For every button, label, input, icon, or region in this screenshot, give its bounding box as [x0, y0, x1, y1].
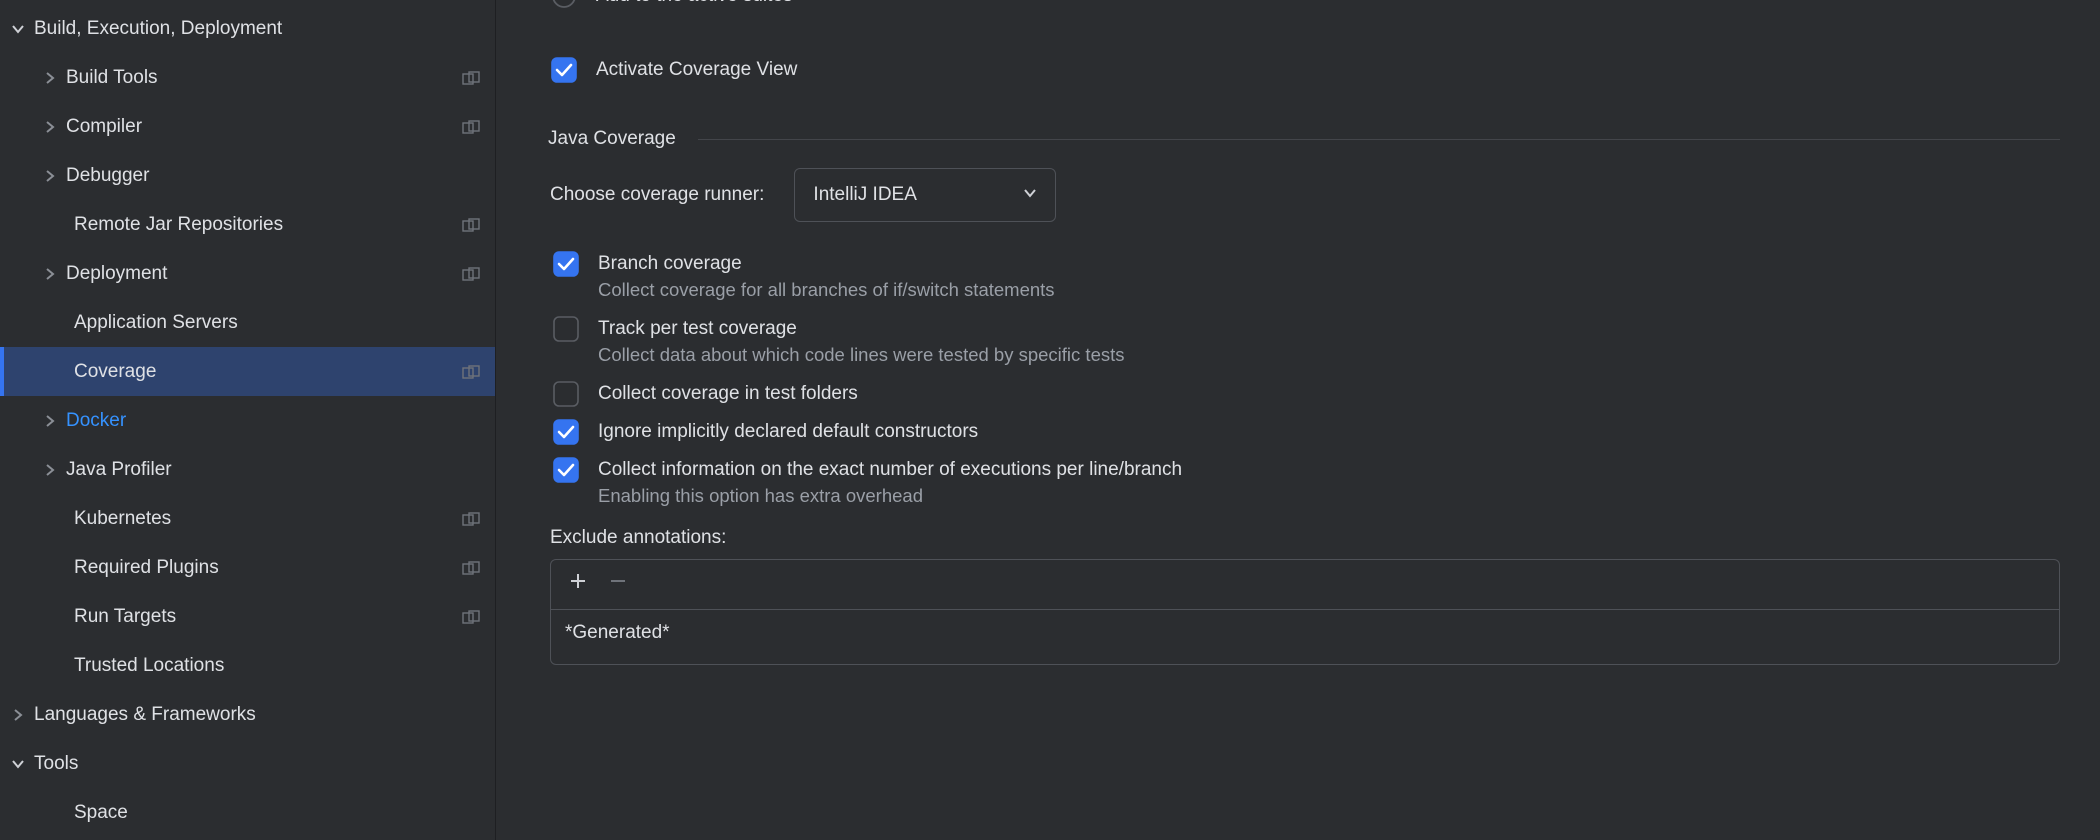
- project-scope-icon: [461, 558, 481, 578]
- sidebar-item-label: Build Tools: [66, 67, 453, 89]
- checkbox-description: Collect data about which code lines were…: [598, 343, 2060, 368]
- sidebar-item-label: Coverage: [74, 361, 453, 383]
- chevron-right-icon: [42, 168, 58, 184]
- list-item[interactable]: *Generated*: [565, 622, 2045, 644]
- sidebar-item-label: Remote Jar Repositories: [74, 214, 453, 236]
- chevron-right-icon: [42, 119, 58, 135]
- project-scope-icon: [461, 509, 481, 529]
- chevron-down-icon: [10, 756, 26, 772]
- checkbox-label: Collect information on the exact number …: [598, 456, 1182, 485]
- sidebar-item-label: Languages & Frameworks: [34, 704, 481, 726]
- sidebar-item-languages-frameworks[interactable]: Languages & Frameworks: [0, 690, 495, 739]
- divider: [698, 139, 2060, 140]
- sidebar-item-label: Space: [74, 802, 481, 824]
- exclude-annotations-list: *Generated*: [550, 559, 2060, 665]
- sidebar-item-compiler[interactable]: Compiler: [0, 102, 495, 151]
- sidebar-item-trusted-locations[interactable]: Trusted Locations: [0, 641, 495, 690]
- sidebar-item-label: Run Targets: [74, 606, 453, 628]
- sidebar-item-label: Tools: [34, 753, 481, 775]
- sidebar-item-java-profiler[interactable]: Java Profiler: [0, 445, 495, 494]
- sidebar-item-deployment[interactable]: Deployment: [0, 249, 495, 298]
- chevron-down-icon: [10, 21, 26, 37]
- sidebar-item-label: Application Servers: [74, 312, 481, 334]
- settings-tree: Build, Execution, Deployment Build Tools…: [0, 0, 496, 840]
- sidebar-item-run-targets[interactable]: Run Targets: [0, 592, 495, 641]
- sidebar-item-required-plugins[interactable]: Required Plugins: [0, 543, 495, 592]
- sidebar-item-label: Docker: [66, 410, 481, 432]
- chevron-right-icon: [42, 70, 58, 86]
- checkbox-description: Enabling this option has extra overhead: [598, 484, 2060, 509]
- remove-button[interactable]: [603, 569, 633, 599]
- sidebar-item-coverage[interactable]: Coverage: [0, 347, 495, 396]
- checkbox-description: Collect coverage for all branches of if/…: [598, 278, 2060, 303]
- project-scope-icon: [461, 264, 481, 284]
- checkbox-icon: [550, 416, 582, 448]
- checkbox-icon: [550, 313, 582, 345]
- checkbox-track-per-test[interactable]: Track per test coverage: [550, 309, 2060, 347]
- coverage-runner-select[interactable]: IntelliJ IDEA: [794, 168, 1056, 222]
- radio-add-to-active-suites[interactable]: Add to the active suites: [548, 0, 2060, 20]
- sidebar-item-remote-jar[interactable]: Remote Jar Repositories: [0, 200, 495, 249]
- section-title: Java Coverage: [548, 128, 676, 150]
- coverage-runner-label: Choose coverage runner:: [550, 184, 764, 206]
- sidebar-item-label: Deployment: [66, 263, 453, 285]
- sidebar-item-label: Required Plugins: [74, 557, 453, 579]
- sidebar-item-tools[interactable]: Tools: [0, 739, 495, 788]
- sidebar-item-kubernetes[interactable]: Kubernetes: [0, 494, 495, 543]
- sidebar-item-label: Build, Execution, Deployment: [34, 18, 481, 40]
- coverage-runner-row: Choose coverage runner: IntelliJ IDEA: [548, 168, 2060, 222]
- chevron-right-icon: [42, 413, 58, 429]
- section-java-coverage: Java Coverage: [548, 128, 2060, 150]
- sidebar-item-build-execution-deployment[interactable]: Build, Execution, Deployment: [0, 4, 495, 53]
- checkbox-label: Track per test coverage: [598, 315, 797, 344]
- checkbox-icon: [548, 54, 580, 86]
- select-value: IntelliJ IDEA: [813, 184, 916, 206]
- plus-icon: [568, 571, 588, 597]
- sidebar-item-docker[interactable]: Docker: [0, 396, 495, 445]
- project-scope-icon: [461, 607, 481, 627]
- chevron-right-icon: [42, 266, 58, 282]
- checkbox-branch-coverage[interactable]: Branch coverage: [550, 244, 2060, 282]
- checkbox-label: Branch coverage: [598, 250, 742, 279]
- project-scope-icon: [461, 68, 481, 88]
- checkbox-icon: [550, 378, 582, 410]
- settings-panel: Add to the active suites Activate Covera…: [496, 0, 2100, 840]
- radio-label: Add to the active suites: [596, 0, 792, 10]
- sidebar-item-debugger[interactable]: Debugger: [0, 151, 495, 200]
- sidebar-item-label: Java Profiler: [66, 459, 481, 481]
- checkbox-icon: [550, 454, 582, 486]
- sidebar-item-label: Debugger: [66, 165, 481, 187]
- radio-icon: [548, 0, 580, 12]
- checkbox-label: Collect coverage in test folders: [598, 380, 858, 409]
- checkbox-activate-coverage-view[interactable]: Activate Coverage View: [548, 46, 2060, 94]
- project-scope-icon: [461, 117, 481, 137]
- checkbox-icon: [550, 248, 582, 280]
- project-scope-icon: [461, 215, 481, 235]
- sidebar-item-application-servers[interactable]: Application Servers: [0, 298, 495, 347]
- exclude-annotations-label: Exclude annotations:: [550, 527, 2060, 549]
- minus-icon: [608, 571, 628, 597]
- sidebar-item-label: Compiler: [66, 116, 453, 138]
- sidebar-item-build-tools[interactable]: Build Tools: [0, 53, 495, 102]
- chevron-right-icon: [42, 462, 58, 478]
- sidebar-item-space[interactable]: Space: [0, 788, 495, 837]
- project-scope-icon: [461, 362, 481, 382]
- checkbox-collect-test-folders[interactable]: Collect coverage in test folders: [550, 374, 2060, 412]
- checkbox-label: Ignore implicitly declared default const…: [598, 418, 978, 447]
- checkbox-label: Activate Coverage View: [596, 56, 797, 85]
- sidebar-item-label: Kubernetes: [74, 508, 453, 530]
- exclude-toolbar: [551, 560, 2059, 610]
- sidebar-item-label: Trusted Locations: [74, 655, 481, 677]
- chevron-down-icon: [1023, 184, 1037, 206]
- add-button[interactable]: [563, 569, 593, 599]
- checkbox-ignore-default-ctor[interactable]: Ignore implicitly declared default const…: [550, 412, 2060, 450]
- chevron-right-icon: [10, 707, 26, 723]
- checkbox-collect-exec-count[interactable]: Collect information on the exact number …: [550, 450, 2060, 488]
